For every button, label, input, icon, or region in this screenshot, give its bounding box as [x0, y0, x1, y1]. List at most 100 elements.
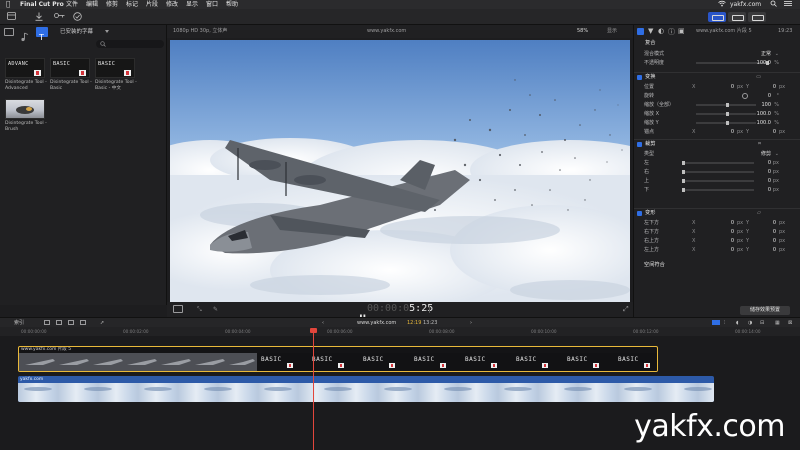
connect-clip-icon[interactable]: [44, 320, 50, 325]
position-x-value[interactable]: 0: [702, 83, 734, 91]
clip-thumb-brush[interactable]: [5, 99, 45, 119]
slider-knob[interactable]: [682, 170, 685, 174]
row-scale-x[interactable]: 缩放 X 100.0 %: [634, 110, 800, 118]
viewer-canvas[interactable]: [170, 40, 630, 302]
scale-y-slider[interactable]: [696, 121, 756, 125]
section-distort[interactable]: 变形 ▱: [634, 208, 800, 217]
slider-knob[interactable]: [682, 188, 685, 192]
crop-left-slider[interactable]: [682, 161, 754, 165]
browser-title-chevron-icon[interactable]: [105, 30, 109, 33]
enable-checkbox[interactable]: [637, 75, 642, 80]
menu-file[interactable]: 文件: [66, 0, 78, 9]
scale-all-value[interactable]: 100: [761, 101, 771, 109]
row-bottom-left[interactable]: 左下方 X 0 px Y 0 px: [634, 219, 800, 227]
menu-window[interactable]: 窗口: [206, 0, 218, 9]
row-crop-left[interactable]: 左 0 px: [634, 159, 800, 167]
append-clip-icon[interactable]: [68, 320, 74, 325]
slider-knob[interactable]: [682, 161, 685, 165]
scale-all-slider[interactable]: [696, 103, 756, 107]
scale-y-value[interactable]: 100.0: [757, 119, 771, 127]
title-clip[interactable]: www.yakfx.com 片段 5 BASIC BASIC BASIC BASIC …: [18, 346, 658, 372]
crop-type-value[interactable]: 修剪: [761, 150, 771, 158]
row-anchor[interactable]: 锚点 X 0 px Y 0 px: [634, 128, 800, 136]
row-crop-top[interactable]: 上 0 px: [634, 177, 800, 185]
key-icon[interactable]: [53, 12, 65, 22]
import-icon[interactable]: [34, 12, 44, 22]
row-crop-bottom[interactable]: 下 0 px: [634, 186, 800, 194]
color-inspector-icon[interactable]: ◐: [658, 27, 664, 35]
slider-knob[interactable]: [726, 103, 729, 107]
video-inspector-icon[interactable]: [637, 28, 644, 35]
play-button[interactable]: [360, 306, 366, 321]
view-options-icon[interactable]: [173, 305, 183, 313]
playhead[interactable]: [313, 330, 314, 450]
section-composite[interactable]: 复合: [634, 39, 800, 48]
bottom-right-y-value[interactable]: 0: [754, 228, 776, 236]
row-crop-right[interactable]: 右 0 px: [634, 168, 800, 176]
save-effects-preset-button[interactable]: 储存效果预置: [740, 306, 790, 315]
crop-icon[interactable]: ⌗: [758, 140, 761, 149]
overwrite-clip-icon[interactable]: [80, 320, 86, 325]
row-crop-type[interactable]: 类型 修剪 ⌄: [634, 150, 800, 158]
position-y-value[interactable]: 0: [754, 83, 776, 91]
menu-clip[interactable]: 片段: [146, 0, 158, 9]
crop-bottom-slider[interactable]: [682, 188, 754, 192]
enable-checkbox[interactable]: [637, 211, 642, 216]
section-transform[interactable]: 变换 ▭: [634, 72, 800, 81]
workspace-timeline-button[interactable]: [728, 12, 746, 22]
top-right-y-value[interactable]: 0: [754, 237, 776, 245]
menu-mark[interactable]: 标记: [126, 0, 138, 9]
menu-view[interactable]: 显示: [186, 0, 198, 9]
viewer-zoom[interactable]: 58%: [577, 25, 588, 38]
workspace-browser-button[interactable]: [708, 12, 726, 22]
crop-right-slider[interactable]: [682, 170, 754, 174]
workspace-inspector-button[interactable]: [748, 12, 766, 22]
background-tasks-icon[interactable]: [72, 12, 82, 22]
info-inspector-icon[interactable]: ⓘ: [668, 27, 675, 37]
menu-modify[interactable]: 修改: [166, 0, 178, 9]
slider-knob[interactable]: [726, 121, 729, 125]
insert-clip-icon[interactable]: [56, 320, 62, 325]
clip-thumb-advanced[interactable]: ADVANC: [5, 58, 45, 78]
row-top-left[interactable]: 左上方 X 0 px Y 0 px: [634, 246, 800, 254]
menu-edit[interactable]: 编辑: [86, 0, 98, 9]
row-top-right[interactable]: 右上方 X 0 px Y 0 px: [634, 237, 800, 245]
menu-trim[interactable]: 修剪: [106, 0, 118, 9]
clip-appearance-icon[interactable]: [712, 320, 720, 325]
blend-mode-value[interactable]: 正常: [761, 50, 771, 58]
music-icon[interactable]: [20, 27, 30, 42]
transform-tool-icon[interactable]: ⤡: [197, 306, 202, 314]
distort-icon[interactable]: ▱: [757, 209, 761, 218]
row-bottom-right[interactable]: 右下方 X 0 px Y 0 px: [634, 228, 800, 236]
top-left-y-value[interactable]: 0: [754, 246, 776, 254]
photos-icon[interactable]: [4, 28, 14, 36]
row-rotation[interactable]: 旋转 0 °: [634, 92, 800, 100]
anchor-x-value[interactable]: 0: [702, 128, 734, 136]
timeline-ruler[interactable]: 00:00:00:00 00:00:02:00 00:00:04:00 00:0…: [0, 327, 800, 336]
bottom-left-y-value[interactable]: 0: [754, 219, 776, 227]
slider-knob[interactable]: [726, 112, 729, 116]
row-opacity[interactable]: 不透明度 100.0 %: [634, 59, 800, 67]
crop-top-slider[interactable]: [682, 179, 754, 183]
menu-help[interactable]: 帮助: [226, 0, 238, 9]
crop-left-value[interactable]: 0: [768, 159, 771, 167]
share-inspector-icon[interactable]: ▣: [678, 27, 685, 35]
library-icon[interactable]: [6, 12, 16, 22]
app-menu[interactable]: Final Cut Pro: [20, 0, 64, 9]
browser-title[interactable]: 已安装的字幕: [60, 27, 93, 37]
browser-search-field[interactable]: [96, 40, 164, 48]
titles-generators-icon[interactable]: T: [36, 27, 48, 42]
bottom-right-x-value[interactable]: 0: [702, 228, 734, 236]
top-left-x-value[interactable]: 0: [702, 246, 734, 254]
video-clip[interactable]: yakfx.com: [18, 376, 714, 402]
apple-icon[interactable]: : [6, 0, 10, 9]
crop-bottom-value[interactable]: 0: [768, 186, 771, 194]
viewer-display-menu[interactable]: 显示: [607, 25, 617, 38]
scale-x-slider[interactable]: [696, 112, 756, 116]
bottom-left-x-value[interactable]: 0: [702, 219, 734, 227]
crop-top-value[interactable]: 0: [768, 177, 771, 185]
crop-right-value[interactable]: 0: [768, 168, 771, 176]
top-right-x-value[interactable]: 0: [702, 237, 734, 245]
rotation-dial[interactable]: [742, 93, 748, 99]
fullscreen-icon[interactable]: ⤢: [623, 305, 629, 314]
